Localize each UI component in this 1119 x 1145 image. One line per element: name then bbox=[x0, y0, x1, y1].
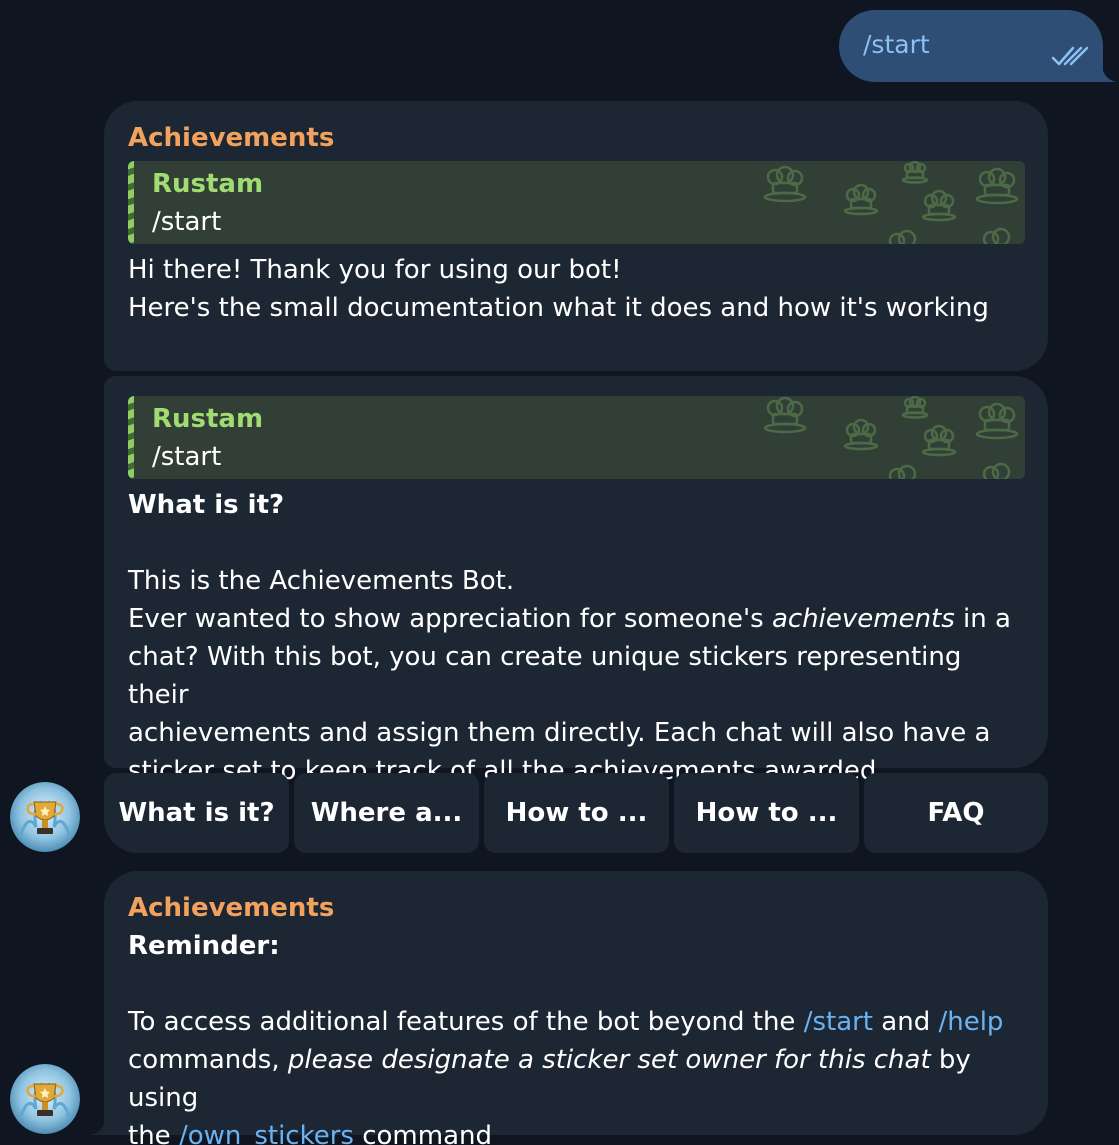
chat-area: /start Achievements Rustam /start Hi the… bbox=[0, 0, 1119, 1145]
command-link-start[interactable]: /start bbox=[804, 1007, 873, 1037]
message-line: achievements and assign them directly. E… bbox=[128, 718, 991, 748]
message-line: the /own_stickers command bbox=[128, 1117, 1024, 1145]
command-link-help[interactable]: /help bbox=[938, 1007, 1003, 1037]
keyboard-button-what-is-it[interactable]: What is it? bbox=[104, 773, 289, 853]
message-heading: Reminder: bbox=[128, 931, 280, 961]
quote-bar bbox=[128, 161, 134, 244]
keyboard-button-where[interactable]: Where a... bbox=[294, 773, 479, 853]
chef-hat-pattern-icon bbox=[763, 396, 1019, 479]
keyboard-button-how-to-2[interactable]: How to ... bbox=[674, 773, 859, 853]
command-link-own-stickers[interactable]: /own_stickers bbox=[179, 1121, 354, 1145]
message-body: What is it? This is the Achievements Bot… bbox=[128, 486, 1024, 790]
emphasis-text: achievements bbox=[771, 604, 955, 634]
quote-text: /start bbox=[152, 207, 222, 237]
reply-quote[interactable]: Rustam /start bbox=[128, 161, 1025, 244]
sender-name[interactable]: Achievements bbox=[128, 123, 334, 153]
bot-message-reminder[interactable]: Achievements Reminder: To access additio… bbox=[104, 871, 1048, 1145]
message-body: Reminder: To access additional features … bbox=[128, 927, 1024, 1145]
bot-avatar-trophy-icon[interactable] bbox=[10, 1064, 80, 1134]
message-line: Hi there! Thank you for using our bot! bbox=[128, 255, 622, 285]
outgoing-message[interactable]: /start bbox=[839, 10, 1103, 82]
outgoing-message-text: /start bbox=[863, 30, 930, 59]
message-line: Ever wanted to show appreciation for som… bbox=[128, 604, 1011, 634]
outgoing-bubble-tail bbox=[1101, 62, 1117, 82]
message-line: To access additional features of the bot… bbox=[128, 1007, 1004, 1037]
message-line: chat? With this bot, you can create uniq… bbox=[128, 642, 962, 710]
quote-author: Rustam bbox=[152, 404, 264, 434]
keyboard-button-how-to-1[interactable]: How to ... bbox=[484, 773, 669, 853]
bot-message-intro[interactable]: Achievements Rustam /start Hi there! Tha… bbox=[104, 101, 1048, 371]
message-heading: What is it? bbox=[128, 490, 285, 520]
quote-bar bbox=[128, 396, 134, 479]
message-line: commands, please designate a sticker set… bbox=[128, 1045, 971, 1113]
sender-name[interactable]: Achievements bbox=[128, 893, 334, 923]
double-check-icon bbox=[1051, 46, 1089, 66]
quote-author: Rustam bbox=[152, 169, 264, 199]
reply-quote[interactable]: Rustam /start bbox=[128, 396, 1025, 479]
message-line: Here's the small documentation what it d… bbox=[128, 293, 989, 323]
message-body: Hi there! Thank you for using our bot! H… bbox=[128, 251, 1024, 327]
emphasis-text: please designate a sticker set owner for… bbox=[287, 1045, 931, 1075]
message-line: This is the Achievements Bot. bbox=[128, 566, 515, 596]
bot-avatar-trophy-icon[interactable] bbox=[10, 782, 80, 852]
chef-hat-pattern-icon bbox=[763, 161, 1019, 244]
quote-text: /start bbox=[152, 442, 222, 472]
bot-message-what-is-it[interactable]: Rustam /start What is it? This is the Ac… bbox=[104, 376, 1048, 786]
keyboard-button-faq[interactable]: FAQ bbox=[864, 773, 1048, 853]
